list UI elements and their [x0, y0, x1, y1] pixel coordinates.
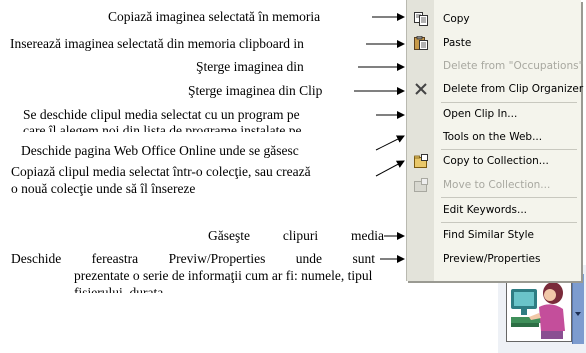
thumbnail-dropdown-button[interactable] [572, 274, 584, 344]
menu-item-label: Tools on the Web... [443, 131, 543, 143]
menu-item-preview-properties[interactable]: Preview/Properties [407, 249, 581, 269]
annotation-copy-to-collection-line1: Copiază clipul media selectat într-o col… [11, 164, 311, 179]
annotation-find-similar: Găseşte clipuri media [208, 228, 384, 243]
menu-item-paste[interactable]: Paste [407, 33, 581, 53]
menu-item-label: Delete from Clip Organizer [443, 83, 584, 95]
annotation-open-clip-line1: Se deschide clipul media selectat cu un … [23, 107, 300, 122]
clipart-thumbnail[interactable] [506, 276, 572, 342]
annotation-preview-line2: prezentate o serie de informaţii cum ar … [74, 268, 373, 283]
annotation-open-clip-line2: care îl alegem noi din lista de programe… [23, 123, 302, 132]
menu-separator [441, 222, 577, 223]
annotation-preview-line1: Deschide fereastra Previw/Properties und… [11, 251, 375, 266]
menu-item-delete-from-collection: Delete from "Occupations" [407, 56, 584, 76]
annotation-paste: Inserează imaginea selectată din memoria… [10, 36, 304, 51]
menu-item-label: Find Similar Style [443, 229, 534, 241]
paste-icon [413, 36, 429, 50]
menu-item-delete-from-clip-organizer[interactable]: Delete from Clip Organizer [407, 79, 584, 99]
menu-item-find-similar-style[interactable]: Find Similar Style [407, 225, 581, 245]
menu-separator [441, 149, 577, 150]
menu-item-label: Copy [443, 13, 470, 25]
arrow-tools-on-web [375, 135, 405, 151]
arrow-copy-to-collection [375, 160, 405, 177]
move-to-collection-icon [413, 178, 429, 192]
menu-item-label: Open Clip In... [443, 108, 518, 120]
menu-item-label: Edit Keywords... [443, 204, 527, 216]
menu-item-label: Preview/Properties [443, 253, 541, 265]
annotation-delete-from-organizer: Şterge imaginea din Clip [188, 83, 323, 98]
annotation-preview-line3: fişierului, durata [74, 285, 164, 293]
copy-icon [413, 12, 429, 26]
annotation-delete-from-collection: Şterge imaginea din [196, 59, 304, 74]
menu-item-label: Copy to Collection... [443, 155, 549, 167]
menu-item-label: Move to Collection... [443, 179, 551, 191]
menu-item-copy[interactable]: Copy [407, 9, 581, 29]
annotation-tools-on-web: Deschide pagina Web Office Online unde s… [21, 143, 299, 158]
context-menu: Copy Paste Delete from "Occupations" Del… [406, 0, 584, 281]
clipart-woman-at-computer-icon [507, 277, 571, 341]
delete-x-icon [413, 82, 429, 96]
menu-separator [441, 102, 577, 103]
annotation-copy: Copiază imaginea selectată în memoria [108, 9, 321, 24]
menu-item-open-clip-in[interactable]: Open Clip In... [407, 104, 581, 124]
copy-to-collection-icon [413, 154, 429, 168]
menu-item-move-to-collection: Move to Collection... [407, 175, 581, 195]
menu-item-label: Paste [443, 37, 472, 49]
annotation-copy-to-collection-line2: o nouă colecţie unde să îl însereze [11, 181, 196, 196]
menu-item-copy-to-collection[interactable]: Copy to Collection... [407, 151, 581, 171]
menu-item-tools-on-the-web[interactable]: Tools on the Web... [407, 127, 581, 147]
menu-separator [441, 197, 577, 198]
menu-item-label: Delete from "Occupations" [443, 60, 584, 72]
menu-item-edit-keywords[interactable]: Edit Keywords... [407, 200, 581, 220]
chevron-down-icon [575, 312, 581, 316]
